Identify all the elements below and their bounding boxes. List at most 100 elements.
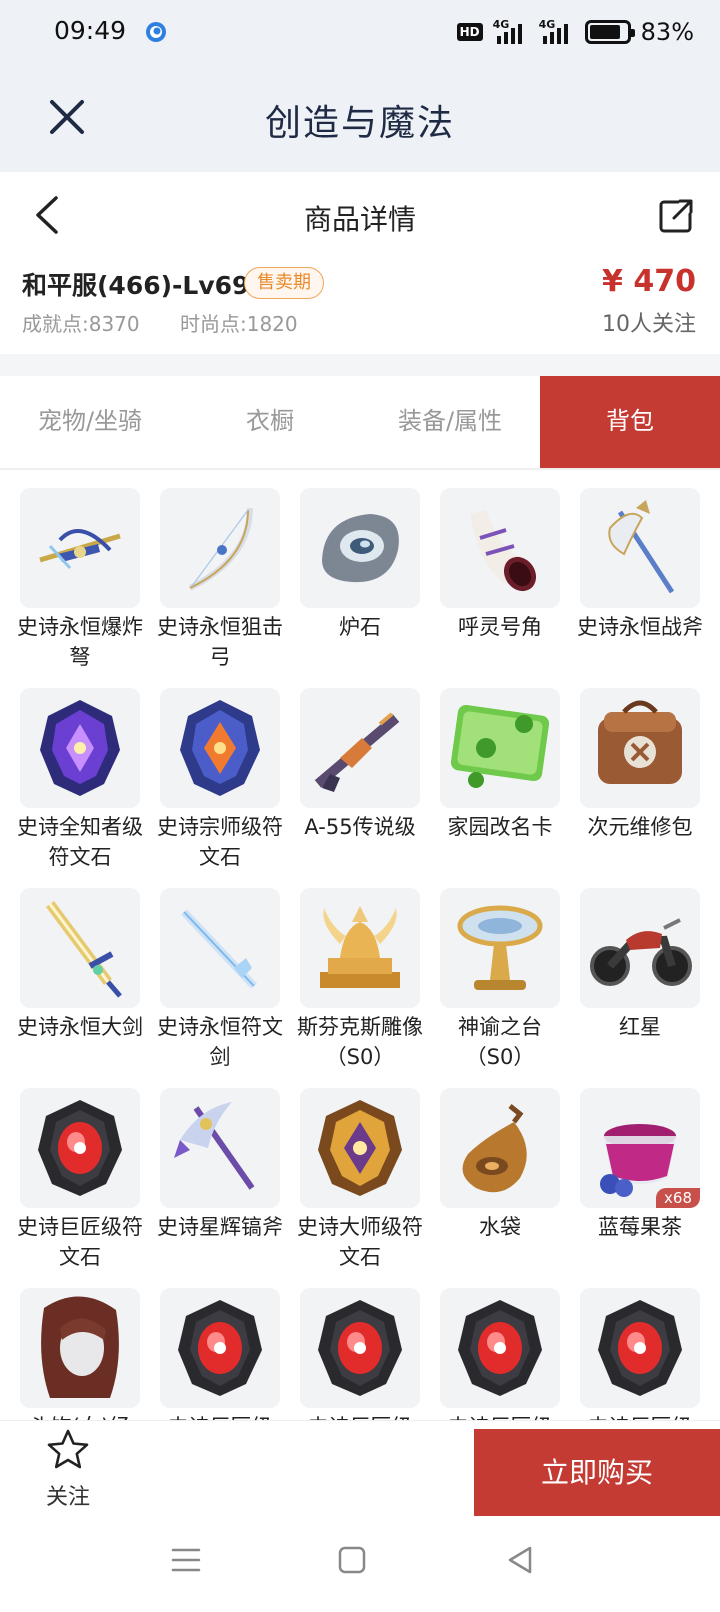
hair-icon [41, 1296, 119, 1398]
item-card[interactable]: 史诗巨匠级 [300, 1288, 420, 1420]
item-card[interactable]: x68 蓝莓果茶 [580, 1088, 700, 1288]
price: ¥ 470 [602, 264, 696, 299]
item-name: 史诗巨匠级符文石 [17, 1215, 143, 1269]
item-thumbnail [20, 1088, 140, 1208]
battery-percent: 83% [640, 18, 694, 46]
item-thumbnail [300, 488, 420, 608]
repair-bag-icon [598, 700, 682, 784]
greatsword-icon [45, 901, 122, 998]
item-thumbnail [20, 688, 140, 808]
item-thumbnail [300, 1088, 420, 1208]
page-title: 商品详情 [303, 203, 416, 236]
oracle-stand-icon [457, 905, 543, 990]
item-card[interactable]: 斯芬克斯雕像（S0） [297, 888, 423, 1088]
orange-rune-icon [180, 700, 260, 796]
item-card[interactable]: 头饰(女)经 [20, 1288, 140, 1420]
pickaxe-icon [174, 1102, 255, 1190]
item-card[interactable]: 史诗永恒战斧 [577, 488, 703, 688]
item-name: 史诗星辉镐斧 [157, 1215, 283, 1239]
item-name: 家园改名卡 [447, 815, 553, 839]
item-card[interactable]: 史诗巨匠级 [580, 1288, 700, 1420]
fashion-points: 时尚点:1820 [180, 312, 298, 336]
item-name: 史诗永恒符文剑 [157, 1015, 283, 1069]
item-card[interactable]: 史诗巨匠级 [160, 1288, 280, 1420]
item-card[interactable]: 水袋 [440, 1088, 560, 1288]
item-card[interactable]: 次元维修包 [580, 688, 700, 888]
item-card[interactable]: 神谕之台（S0） [440, 888, 560, 1088]
item-thumbnail [160, 888, 280, 1008]
share-icon[interactable] [656, 196, 696, 236]
home-square-icon[interactable] [334, 1542, 370, 1578]
item-thumbnail [580, 888, 700, 1008]
item-card[interactable]: 史诗永恒符文剑 [157, 888, 283, 1088]
item-card[interactable]: A-55传说级 [300, 688, 420, 888]
tab-wardrobe[interactable]: 衣橱 [180, 376, 360, 468]
item-thumbnail [440, 1088, 560, 1208]
item-name: 斯芬克斯雕像（S0） [297, 1015, 423, 1069]
status-bar: 09:49 HD 4G 4G 83% [0, 0, 720, 66]
gold-rune-icon [318, 1100, 402, 1196]
sphinx-statue-icon [320, 906, 400, 988]
item-card[interactable]: 史诗永恒狙击弓 [157, 488, 283, 688]
item-name: 次元维修包 [587, 815, 693, 839]
item-thumbnail [20, 488, 140, 608]
server-level: 和平服(466)-Lv69 [22, 271, 250, 300]
item-card[interactable]: 史诗永恒大剑 [17, 888, 143, 1088]
water-bag-icon [462, 1104, 527, 1193]
browser-app-icon [146, 22, 166, 42]
rune-sword-icon [181, 909, 257, 989]
item-name: 史诗永恒狙击弓 [157, 615, 283, 669]
follow-button[interactable]: 关注 [28, 1427, 108, 1517]
item-name: 史诗永恒爆炸弩 [17, 615, 143, 669]
item-card[interactable]: 史诗巨匠级符文石 [17, 1088, 143, 1288]
item-name: 史诗全知者级符文石 [17, 815, 143, 869]
item-card[interactable]: 史诗星辉镐斧 [157, 1088, 283, 1288]
item-card[interactable]: 炉石 [300, 488, 420, 688]
item-name: 炉石 [339, 615, 381, 639]
horn-icon [470, 510, 537, 592]
item-card[interactable]: 史诗永恒爆炸弩 [17, 488, 143, 688]
signal-icon: 4G [539, 18, 575, 46]
item-card[interactable]: 红星 [580, 888, 700, 1088]
hd-icon: HD [456, 23, 483, 41]
status-badge: 售卖期 [244, 267, 324, 299]
item-thumbnail [160, 1088, 280, 1208]
app-title-bar: 创造与魔法 [0, 66, 720, 172]
status-icons: HD 4G 4G 83% [456, 14, 694, 50]
item-name: 史诗宗师级符文石 [157, 815, 283, 869]
item-card[interactable]: 史诗巨匠级 [440, 1288, 560, 1420]
star-icon [47, 1429, 89, 1469]
item-card[interactable]: 家园改名卡 [440, 688, 560, 888]
red-rune-icon [458, 1300, 542, 1396]
menu-icon[interactable] [168, 1542, 204, 1578]
bow-icon [188, 507, 253, 591]
item-card[interactable]: 呼灵号角 [440, 488, 560, 688]
back-triangle-icon[interactable] [502, 1542, 538, 1578]
item-thumbnail [440, 888, 560, 1008]
follower-count: 10人关注 [602, 312, 696, 337]
red-rune-icon [38, 1100, 122, 1196]
item-name: 蓝莓果茶 [598, 1215, 682, 1239]
item-name: 红星 [619, 1015, 661, 1039]
tab-equipment-attributes[interactable]: 装备/属性 [360, 376, 540, 468]
item-thumbnail [440, 1288, 560, 1408]
tab-backpack[interactable]: 背包 [540, 376, 720, 468]
quantity-badge: x68 [656, 1188, 700, 1208]
item-name: 史诗大师级符文石 [297, 1215, 423, 1269]
item-card[interactable]: 史诗宗师级符文石 [157, 688, 283, 888]
crossbow-icon [39, 529, 121, 570]
item-thumbnail [440, 688, 560, 808]
purple-rune-icon [40, 700, 120, 796]
item-thumbnail [160, 488, 280, 608]
item-card[interactable]: 史诗大师级符文石 [297, 1088, 423, 1288]
item-thumbnail: x68 [580, 1088, 700, 1208]
item-thumbnail [300, 1288, 420, 1408]
app-title: 创造与魔法 [264, 103, 455, 144]
buy-now-button[interactable]: 立即购买 [474, 1429, 720, 1517]
tab-pets-mounts[interactable]: 宠物/坐骑 [0, 376, 180, 468]
battery-icon [584, 20, 635, 44]
page-header: 商品详情 [0, 172, 720, 258]
item-card[interactable]: 史诗全知者级符文石 [17, 688, 143, 888]
item-thumbnail [580, 488, 700, 608]
divider [0, 354, 720, 376]
